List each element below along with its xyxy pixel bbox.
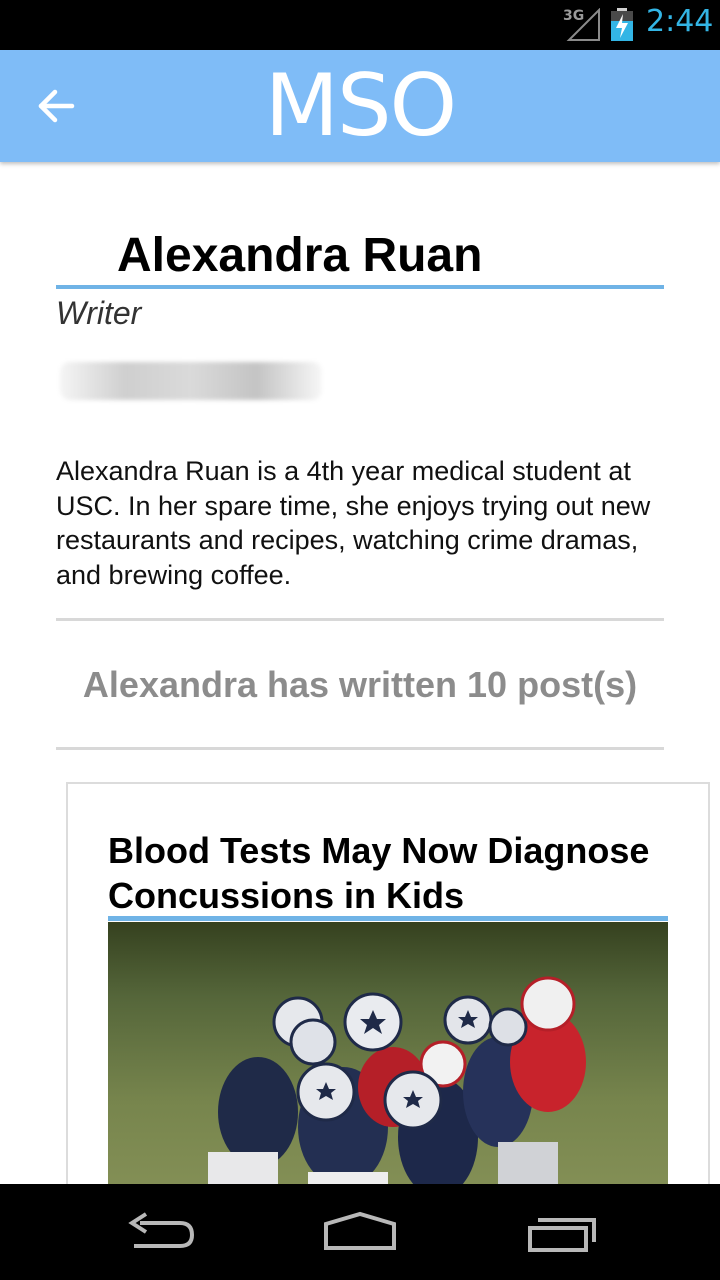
recent-apps-icon[interactable] xyxy=(522,1208,602,1258)
home-nav-icon[interactable] xyxy=(320,1208,400,1258)
divider xyxy=(56,747,664,750)
author-email-blurred[interactable] xyxy=(60,362,322,400)
app-logo: MSO xyxy=(264,56,457,156)
system-nav-bar xyxy=(0,1184,720,1280)
status-clock: 2:44 xyxy=(646,4,714,39)
app-bar: MSO xyxy=(0,50,720,162)
post-title[interactable]: Blood Tests May Now Diagnose Concussions… xyxy=(108,828,678,918)
post-count: Alexandra has written 10 post(s) xyxy=(82,664,638,705)
back-nav-icon[interactable] xyxy=(120,1208,200,1258)
network-type: 3G xyxy=(563,8,585,24)
battery-charging-icon xyxy=(610,8,634,42)
post-title-underline xyxy=(108,916,668,921)
author-name: Alexandra Ruan xyxy=(117,229,483,282)
author-bio: Alexandra Ruan is a 4th year medical stu… xyxy=(56,456,651,590)
football-photo[interactable] xyxy=(108,922,668,1220)
status-bar: 3G 2:44 xyxy=(0,0,720,50)
author-role: Writer xyxy=(56,295,142,331)
divider xyxy=(56,618,664,621)
name-underline xyxy=(56,285,664,289)
signal-icon: 3G xyxy=(563,7,601,42)
post-card[interactable]: Blood Tests May Now Diagnose Concussions… xyxy=(66,782,710,1222)
